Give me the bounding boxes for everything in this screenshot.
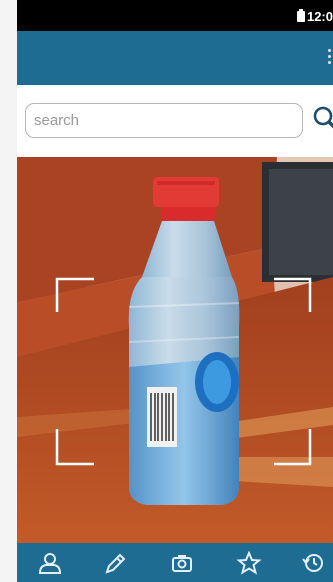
pencil-icon[interactable] (102, 551, 128, 575)
search-input[interactable] (25, 103, 303, 138)
status-bar: 12:0 (17, 0, 333, 31)
history-icon[interactable] (300, 551, 326, 575)
camera-icon[interactable] (169, 551, 195, 575)
battery-icon (297, 9, 305, 22)
camera-viewfinder[interactable] (17, 157, 333, 543)
camera-preview-image (17, 157, 333, 543)
search-bar (17, 85, 333, 157)
star-icon[interactable] (236, 550, 262, 575)
status-time: 12:0 (306, 9, 333, 24)
search-icon[interactable] (312, 105, 333, 131)
app-bar (17, 31, 333, 85)
more-vert-icon[interactable] (328, 49, 332, 67)
left-gutter (0, 0, 17, 582)
person-icon[interactable] (37, 551, 63, 575)
bottom-nav-bar (17, 543, 333, 582)
